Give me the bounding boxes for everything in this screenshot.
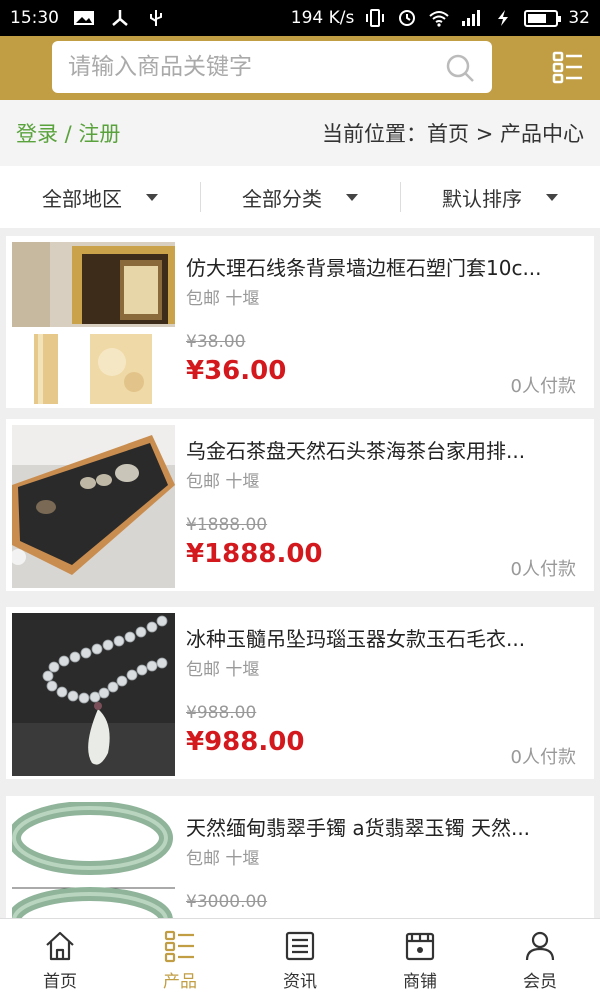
filter-bar: 全部地区 全部分类 默认排序	[0, 166, 600, 228]
header	[0, 36, 600, 100]
nav-news-label: 资讯	[283, 972, 317, 992]
product-title[interactable]: 乌金石茶盘天然石头茶海茶台家用排...	[186, 435, 581, 464]
nav-shops[interactable]: 商铺	[360, 919, 480, 1000]
product-title[interactable]: 天然缅甸翡翠手镯 a货翡翠玉镯 天然...	[186, 812, 581, 841]
product-title[interactable]: 冰种玉髓吊坠玛瑙玉器女款玉石毛衣...	[186, 623, 581, 652]
clock: 15:30	[10, 8, 59, 28]
nav-home[interactable]: 首页	[0, 919, 120, 1000]
product-meta: 包邮 十堰	[186, 472, 260, 492]
nav-shops-label: 商铺	[403, 972, 437, 992]
home-icon	[46, 931, 74, 961]
battery-level: 32	[568, 8, 590, 28]
category-menu-icon[interactable]	[552, 50, 584, 84]
usb-icon	[150, 10, 162, 26]
nav-products-label: 产品	[163, 972, 197, 992]
product-card[interactable]: 冰种玉髓吊坠玛瑙玉器女款玉石毛衣... 包邮 十堰 ¥988.00 ¥988.0…	[6, 607, 594, 779]
news-icon	[285, 931, 315, 961]
filter-sort-label: 默认排序	[442, 186, 522, 211]
product-price: ¥1888.00	[186, 539, 323, 569]
product-list: 仿大理石线条背景墙边框石塑门套10c... 包邮 十堰 ¥38.00 ¥36.0…	[0, 228, 600, 918]
grid-list-icon	[164, 930, 194, 963]
network-speed: 194 K/s	[290, 8, 355, 28]
nav-news[interactable]: 资讯	[240, 919, 360, 1000]
original-price: ¥1888.00	[186, 515, 268, 535]
search-input[interactable]	[68, 54, 438, 80]
original-price: ¥988.00	[186, 703, 257, 723]
payment-count: 0人付款	[510, 559, 576, 580]
caret-down-icon	[546, 193, 558, 201]
bottom-nav: 首页 产品 资讯 商铺 会员	[0, 918, 600, 1000]
wifi-icon	[429, 11, 450, 27]
product-card[interactable]: 仿大理石线条背景墙边框石塑门套10c... 包邮 十堰 ¥38.00 ¥36.0…	[6, 236, 594, 408]
breadcrumb: 当前位置：首页 > 产品中心	[322, 122, 584, 146]
product-price: ¥988.00	[186, 727, 305, 757]
filter-sort[interactable]: 默认排序	[400, 166, 600, 228]
product-meta: 包邮 十堰	[186, 849, 260, 869]
caret-down-icon	[146, 193, 158, 201]
product-meta: 包邮 十堰	[186, 289, 260, 309]
product-meta: 包邮 十堰	[186, 660, 260, 680]
original-price: ¥3000.00	[186, 892, 268, 912]
status-bar: 15:30 194 K/s 32	[0, 0, 600, 36]
caret-down-icon	[346, 193, 358, 201]
product-image-marble-frame[interactable]	[12, 242, 175, 405]
product-image-tea-tray[interactable]	[12, 425, 175, 588]
alarm-icon	[399, 10, 416, 26]
payment-count: 0人付款	[510, 747, 576, 768]
product-card[interactable]: 乌金石茶盘天然石头茶海茶台家用排... 包邮 十堰 ¥1888.00 ¥1888…	[6, 419, 594, 591]
user-icon	[525, 931, 555, 961]
filter-category-label: 全部分类	[242, 186, 322, 211]
payment-count: 0人付款	[510, 376, 576, 397]
product-card[interactable]: 天然缅甸翡翠手镯 a货翡翠玉镯 天然... 包邮 十堰 ¥3000.00	[6, 796, 594, 918]
breadcrumb-bar: 登录 / 注册 当前位置：首页 > 产品中心	[0, 100, 600, 166]
filter-region[interactable]: 全部地区	[0, 166, 200, 228]
image-notification-icon	[74, 11, 94, 25]
shop-icon	[405, 932, 435, 961]
search-box[interactable]	[52, 41, 492, 93]
signal-icon	[462, 10, 481, 26]
filter-region-label: 全部地区	[42, 186, 122, 211]
usb-tether-icon	[112, 10, 128, 26]
search-icon[interactable]	[444, 52, 476, 84]
product-price: ¥36.00	[186, 356, 287, 386]
nav-products[interactable]: 产品	[120, 919, 240, 1000]
battery-icon	[524, 9, 562, 27]
original-price: ¥38.00	[186, 332, 246, 352]
login-register-link[interactable]: 登录 / 注册	[16, 118, 120, 148]
product-image-jade-pendant[interactable]	[12, 613, 175, 776]
nav-member[interactable]: 会员	[480, 919, 600, 1000]
vibrate-icon	[366, 9, 385, 27]
filter-category[interactable]: 全部分类	[200, 166, 400, 228]
charging-icon	[498, 10, 509, 26]
product-title[interactable]: 仿大理石线条背景墙边框石塑门套10c...	[186, 252, 581, 281]
product-image-jade-bangle[interactable]	[12, 802, 175, 918]
nav-home-label: 首页	[43, 972, 77, 992]
nav-member-label: 会员	[523, 972, 557, 992]
